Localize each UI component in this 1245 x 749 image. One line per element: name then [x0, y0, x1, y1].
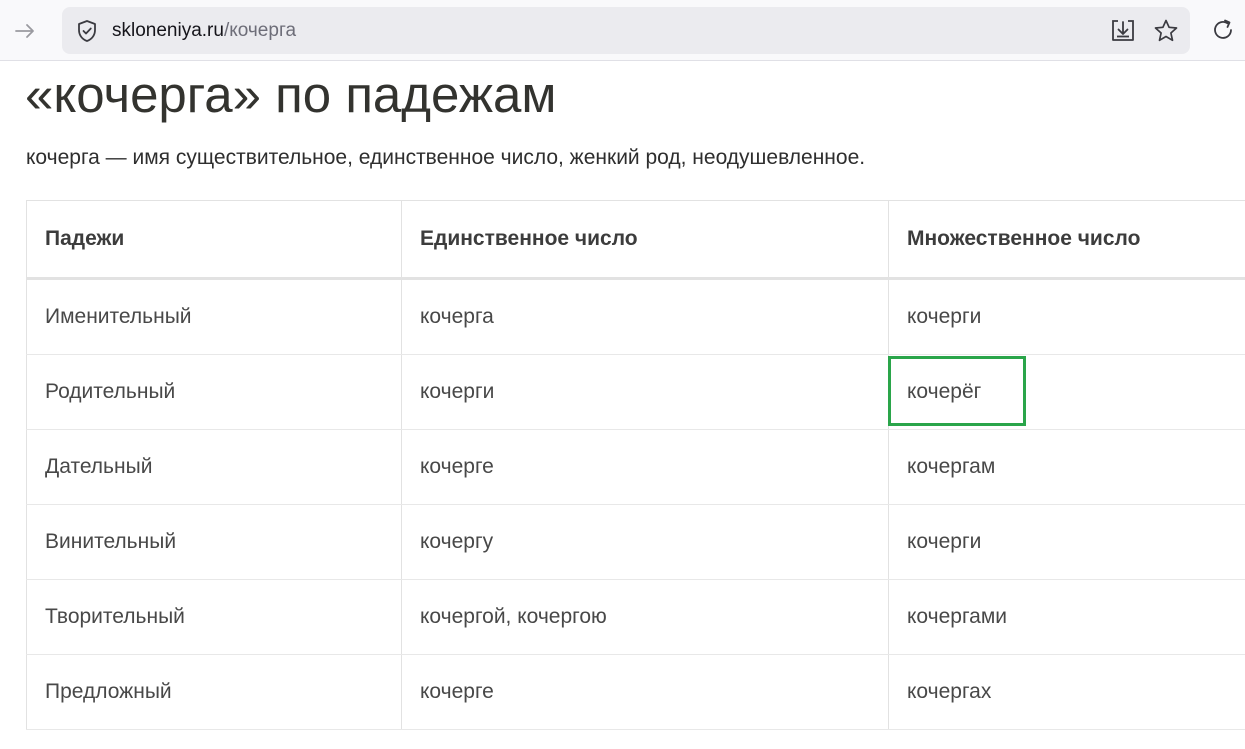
word-description: кочерга — имя существительное, единствен…: [26, 146, 866, 169]
url-domain: skloneniya.ru: [112, 20, 224, 41]
singular-form: кочерге: [401, 654, 889, 730]
case-name: Предложный: [26, 654, 402, 730]
plural-form: кочерги: [888, 504, 1245, 580]
browser-toolbar: skloneniya.ru/кочерга: [0, 0, 1245, 61]
address-bar[interactable]: skloneniya.ru/кочерга: [62, 7, 1190, 54]
table-header-row: Падежи Единственное число Множественное …: [26, 200, 1245, 280]
plural-form: кочерги: [888, 278, 1245, 355]
header-cases: Падежи: [26, 200, 402, 280]
plural-form: кочергах: [888, 654, 1245, 730]
star-icon[interactable]: [1152, 17, 1180, 45]
table-row: Творительный кочергой, кочергою кочергам…: [26, 579, 1245, 655]
table-row: Предложный кочерге кочергах: [26, 654, 1245, 730]
singular-form: кочерга: [401, 278, 889, 355]
table-row: Винительный кочергу кочерги: [26, 504, 1245, 580]
download-icon[interactable]: [1109, 17, 1137, 45]
singular-form: кочергу: [401, 504, 889, 580]
case-name: Винительный: [26, 504, 402, 580]
declension-table: Падежи Единственное число Множественное …: [26, 200, 1245, 730]
singular-form: кочерги: [401, 354, 889, 430]
table-row: Именительный кочерга кочерги: [26, 278, 1245, 355]
case-name: Дательный: [26, 429, 402, 505]
plural-form: кочерёг: [907, 380, 982, 403]
plural-form-highlighted: кочерёг: [888, 354, 1245, 430]
singular-form: кочерге: [401, 429, 889, 505]
case-name: Именительный: [26, 278, 402, 355]
header-plural: Множественное число: [888, 200, 1245, 280]
url-path: /кочерга: [223, 20, 297, 41]
shield-icon[interactable]: [76, 19, 98, 43]
table-row: Родительный кочерги кочерёг: [26, 354, 1245, 430]
arrow-right-icon[interactable]: [12, 18, 38, 44]
page-title: «кочерга» по падежам: [25, 66, 557, 123]
case-name: Творительный: [26, 579, 402, 655]
case-name: Родительный: [26, 354, 402, 430]
reload-icon[interactable]: [1209, 16, 1237, 44]
table-row: Дательный кочерге кочергам: [26, 429, 1245, 505]
url-text[interactable]: skloneniya.ru/кочерга: [112, 19, 296, 43]
singular-form: кочергой, кочергою: [401, 579, 889, 655]
plural-form: кочергам: [888, 429, 1245, 505]
plural-form: кочергами: [888, 579, 1245, 655]
page-content: «кочерга» по падежам кочерга — имя сущес…: [0, 61, 1245, 749]
header-singular: Единственное число: [401, 200, 889, 280]
